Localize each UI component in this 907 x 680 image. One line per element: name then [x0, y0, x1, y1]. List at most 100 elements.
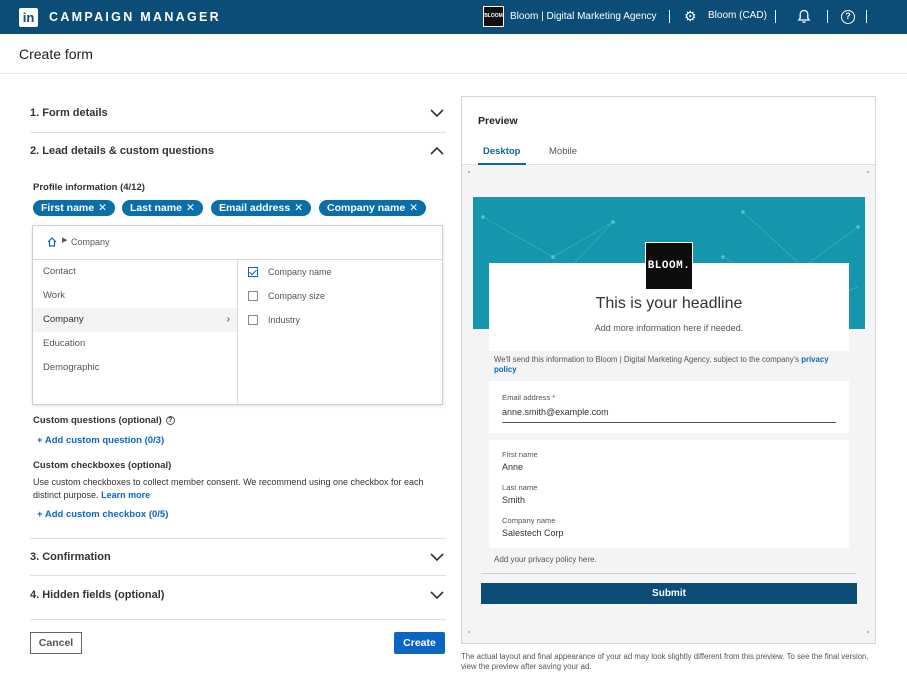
page-header: Create form [0, 34, 907, 74]
add-custom-checkbox-link[interactable]: + Add custom checkbox (0/5) [37, 509, 168, 520]
field-value: Salestech Corp [502, 528, 564, 538]
account-switcher[interactable]: Bloom (CAD) [708, 10, 767, 21]
field-picker: ▶ Company Contact Work Company › Educatio… [32, 225, 443, 405]
help-icon[interactable]: ? [841, 10, 855, 24]
preview-disclaimer: The actual layout and final appearance o… [461, 652, 869, 671]
field-label: Last name [502, 483, 538, 492]
checkbox[interactable] [248, 291, 258, 301]
section-hidden-fields[interactable]: 4. Hidden fields (optional) [30, 577, 446, 620]
gear-icon[interactable]: ⚙ [684, 8, 697, 24]
corner-dot [867, 631, 869, 633]
headline: This is your headline [595, 295, 743, 312]
chevron-up-icon[interactable] [430, 147, 444, 155]
custom-checkboxes-description: Use custom checkboxes to collect member … [33, 476, 445, 502]
profile-info-label: Profile information (4/12) [33, 182, 145, 193]
tab-mobile[interactable]: Mobile [549, 146, 577, 157]
home-icon[interactable] [47, 237, 57, 247]
account-avatar[interactable]: BLOOM [483, 6, 504, 27]
preview-title: Preview [478, 115, 518, 127]
preview-panel: Preview Desktop Mobile BLOOM. This is yo… [461, 96, 876, 644]
tab-desktop[interactable]: Desktop [483, 146, 520, 157]
preview-stage: BLOOM. This is your headline Add more in… [462, 165, 875, 643]
consent-body: We'll send this information to Bloom | D… [494, 355, 800, 364]
help-icon[interactable]: ? [165, 416, 175, 425]
divider [775, 10, 776, 23]
email-field[interactable]: Email address * anne.smith@example.com [489, 381, 849, 433]
custom-questions-label: Custom questions (optional)? [33, 415, 175, 426]
label-text: Custom questions (optional) [33, 415, 162, 426]
category-list: Contact Work Company › Education Demograp… [33, 260, 238, 404]
divider [827, 10, 828, 23]
pill-label: First name [41, 202, 95, 214]
input-underline [502, 422, 836, 423]
section-form-details[interactable]: 1. Form details [30, 95, 446, 133]
linkedin-logo[interactable]: in [19, 8, 38, 27]
add-custom-question-link[interactable]: + Add custom question (0/3) [37, 435, 164, 446]
pill-company-name[interactable]: Company name ✕ [319, 200, 426, 216]
email-label: Email address * [502, 393, 556, 402]
submit-button[interactable]: Submit [481, 583, 857, 604]
pill-label: Company name [327, 202, 406, 214]
learn-more-link[interactable]: Learn more [101, 490, 150, 500]
consent-text: We'll send this information to Bloom | D… [494, 355, 834, 375]
pill-email-address[interactable]: Email address ✕ [211, 200, 312, 216]
category-contact[interactable]: Contact [33, 260, 237, 284]
section-confirmation[interactable]: 3. Confirmation [30, 538, 446, 576]
app-title[interactable]: CAMPAIGN MANAGER [49, 10, 221, 24]
section-label: 3. Confirmation [30, 551, 111, 563]
divider [866, 10, 867, 23]
chevron-down-icon[interactable] [430, 553, 444, 561]
section-lead-details[interactable]: 2. Lead details & custom questions [30, 133, 446, 171]
divider [669, 10, 670, 23]
field-value: Anne [502, 462, 524, 472]
checkbox[interactable] [248, 315, 258, 325]
brand-logo: BLOOM. [645, 242, 693, 290]
chevron-right-icon: ▶ [62, 237, 68, 244]
breadcrumb: ▶ Company [33, 226, 442, 260]
chevron-down-icon[interactable] [430, 109, 444, 117]
field-label: First name [502, 450, 538, 459]
close-icon[interactable]: ✕ [409, 202, 418, 214]
divider [481, 573, 856, 574]
privacy-note: Add your privacy policy here. [494, 555, 597, 564]
field-value: Smith [502, 495, 526, 505]
subheadline: Add more information here if needed. [594, 323, 744, 333]
section-label: 2. Lead details & custom questions [30, 145, 214, 157]
chevron-right-icon: › [226, 314, 230, 325]
section-label: 1. Form details [30, 107, 108, 119]
preview-tabs: Desktop Mobile [462, 141, 875, 165]
option-label: Company size [268, 291, 326, 301]
page-title: Create form [19, 46, 93, 62]
corner-dot [468, 171, 470, 173]
cancel-button[interactable]: Cancel [30, 632, 82, 654]
corner-dot [468, 631, 470, 633]
option-label: Company name [268, 267, 332, 277]
create-button[interactable]: Create [394, 632, 445, 654]
field-label: Company name [502, 516, 556, 525]
category-company[interactable]: Company › [33, 308, 237, 332]
pill-first-name[interactable]: First name ✕ [33, 200, 115, 216]
category-demographic[interactable]: Demographic [33, 356, 237, 380]
prefilled-fields: First name Anne Last name Smith Company … [489, 440, 849, 548]
corner-dot [867, 171, 869, 173]
close-icon[interactable]: ✕ [186, 202, 195, 214]
section-label: 4. Hidden fields (optional) [30, 589, 165, 601]
pill-label: Last name [130, 202, 182, 214]
email-value: anne.smith@example.com [502, 407, 609, 417]
checkbox-checked[interactable] [248, 267, 258, 277]
close-icon[interactable]: ✕ [294, 202, 303, 214]
option-label: Industry [268, 315, 301, 325]
breadcrumb-current: Company [71, 237, 110, 247]
bell-icon[interactable] [797, 9, 811, 24]
account-name[interactable]: Bloom | Digital Marketing Agency [510, 11, 657, 22]
top-nav-bar: in CAMPAIGN MANAGER BLOOM Bloom | Digita… [0, 0, 907, 34]
category-work[interactable]: Work [33, 284, 237, 308]
custom-checkboxes-label: Custom checkboxes (optional) [33, 460, 172, 471]
category-education[interactable]: Education [33, 332, 237, 356]
close-icon[interactable]: ✕ [98, 202, 107, 214]
pill-last-name[interactable]: Last name ✕ [122, 200, 203, 216]
category-label: Company [43, 314, 84, 325]
description-text: Use custom checkboxes to collect member … [33, 477, 424, 500]
chevron-down-icon[interactable] [430, 591, 444, 599]
pill-label: Email address [219, 202, 291, 214]
